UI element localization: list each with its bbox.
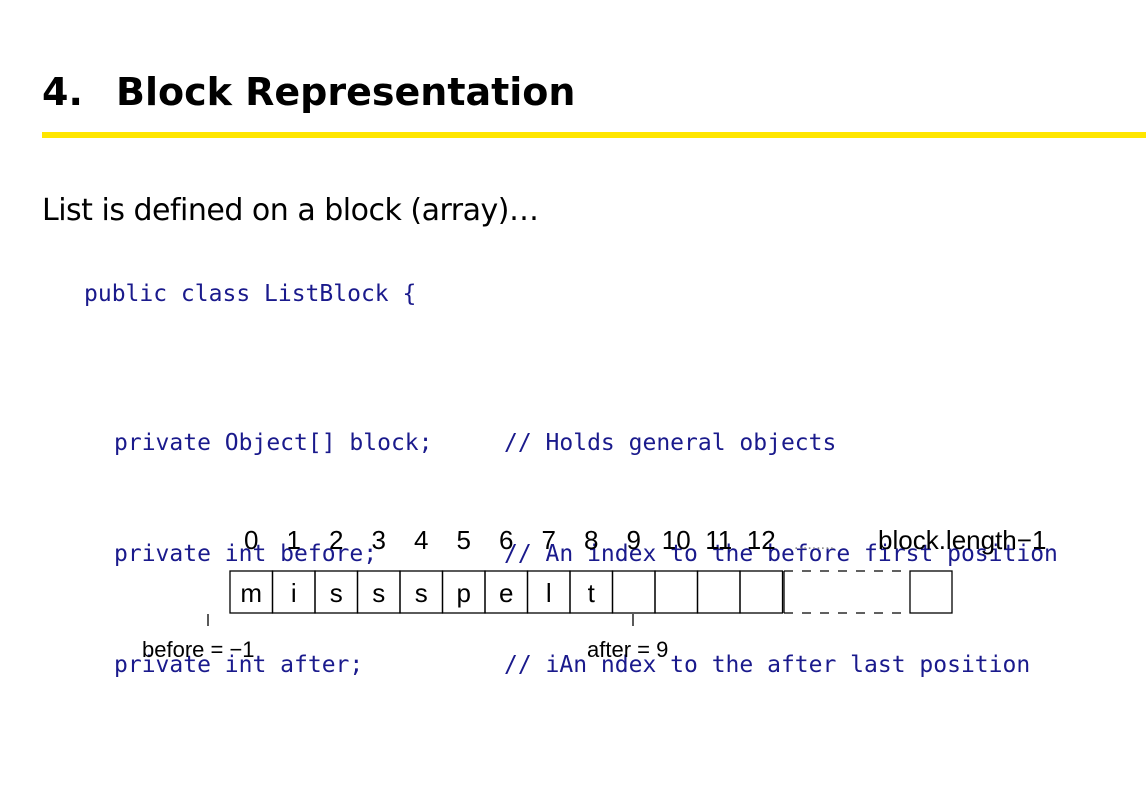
index-label: 6 — [499, 525, 513, 555]
index-label: 7 — [542, 525, 556, 555]
dashed-gap — [783, 570, 953, 614]
index-labels: 0 1 2 3 4 5 6 7 8 9 10 11 12 — [244, 525, 776, 555]
array-cell-value: s — [372, 578, 385, 608]
array-cell-value: e — [499, 578, 513, 608]
array-cell — [696, 570, 741, 614]
ellipsis-text: ......... — [794, 536, 834, 553]
array-cell-value: p — [457, 578, 471, 608]
array-cell-value: l — [546, 578, 552, 608]
array-cell — [654, 570, 699, 614]
array-cell-value: m — [240, 578, 262, 608]
index-label: 12 — [747, 525, 776, 555]
array-cell-value: s — [330, 578, 343, 608]
array-cell — [611, 570, 656, 614]
index-label: 2 — [329, 525, 343, 555]
array-diagram: 0 1 2 3 4 5 6 7 8 9 10 11 12 ......... block.length−… — [142, 525, 1046, 662]
array-cell-value: i — [291, 578, 297, 608]
after-label: after = 9 — [587, 637, 668, 662]
index-label: 9 — [627, 525, 641, 555]
last-index-label: block.length−1 — [878, 525, 1046, 555]
index-label: 5 — [457, 525, 471, 555]
array-cell-value: t — [588, 578, 596, 608]
index-label: 3 — [372, 525, 386, 555]
array-cells: missspelt — [229, 570, 784, 614]
index-label: 11 — [705, 525, 732, 555]
index-label: 1 — [287, 525, 301, 555]
array-cell-value: s — [415, 578, 428, 608]
index-label: 4 — [414, 525, 428, 555]
index-label: 8 — [584, 525, 598, 555]
array-cell — [739, 570, 784, 614]
index-label: 0 — [244, 525, 258, 555]
index-label: 10 — [662, 525, 691, 555]
before-label: before = −1 — [142, 637, 255, 662]
